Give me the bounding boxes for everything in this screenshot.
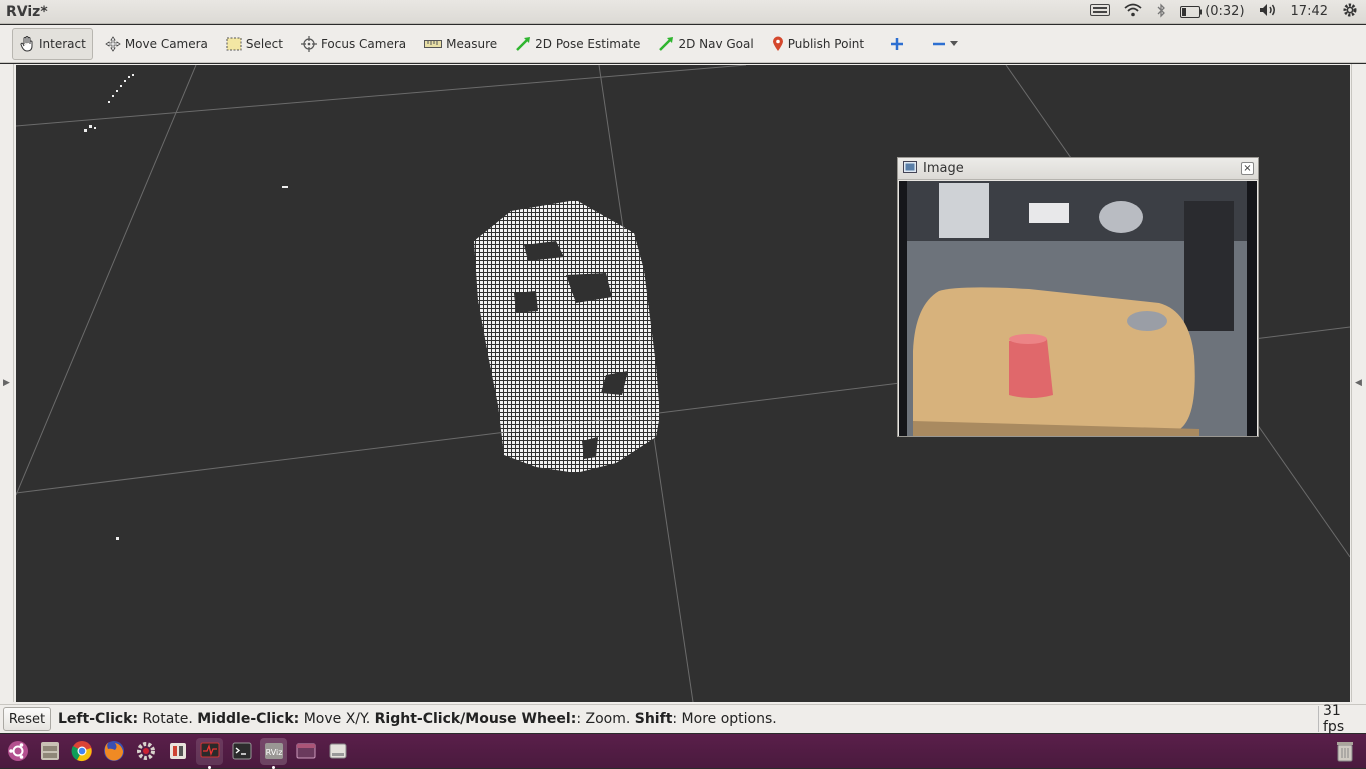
chevron-down-icon[interactable] [950,40,959,47]
file-cabinet-icon [40,742,59,760]
rviz-icon: RViz [264,743,283,759]
fps-counter: 31 fps [1318,703,1366,735]
top-panel: RViz* (0:32) 17:42 [0,0,1366,24]
minus-icon [932,37,946,51]
select-tool-button[interactable]: Select [220,28,289,60]
hint-move: Move X/Y. [299,711,375,727]
launcher-drive[interactable] [324,738,351,765]
image-display-panel[interactable]: Image × [897,157,1259,437]
tool-label: Select [245,36,283,51]
launcher-bar: RViz [0,734,1366,769]
launcher-trash[interactable] [1331,738,1358,765]
system-tray: (0:32) 17:42 [1090,2,1358,21]
wifi-icon[interactable] [1124,3,1142,20]
add-tool-button[interactable] [884,28,910,60]
nav-arrow-icon [658,36,674,52]
system-settings-icon [136,742,155,760]
window-icon [296,743,315,759]
interact-tool-button[interactable]: Interact [12,27,93,60]
tool-label: Publish Point [787,36,865,51]
publish-point-tool-button[interactable]: Publish Point [766,28,870,60]
keyboard-icon[interactable] [1090,4,1111,19]
svg-text:RViz: RViz [265,748,282,757]
hint-middle-click: Middle-Click: [197,711,300,727]
launcher-chrome[interactable] [68,738,95,765]
left-panel-handle[interactable]: ▶ [0,64,14,702]
clock[interactable]: 17:42 [1291,4,1328,19]
tool-toolbar: Interact Move Camera Select Focus Camera… [0,25,1366,63]
nav-goal-tool-button[interactable]: 2D Nav Goal [652,28,759,60]
hint-more: : More options. [672,711,777,727]
tool-label: Move Camera [124,36,208,51]
tool-label: 2D Nav Goal [678,36,754,51]
gear-icon[interactable] [1342,2,1358,21]
ruler-icon [424,39,443,48]
launcher-files[interactable] [36,738,63,765]
plus-icon [890,37,904,51]
move-camera-icon [105,35,121,52]
hint-rotate: Rotate. [138,711,198,727]
main-area: ▶ Image × ◀ [0,64,1366,704]
image-icon [903,161,917,176]
3d-viewport[interactable]: Image × [16,65,1350,702]
tool-label: Interact [39,36,86,51]
tool-label: Measure [446,36,498,51]
trash-icon [1336,742,1353,762]
battery-text: (0:32) [1205,4,1245,19]
pose-arrow-icon [515,36,531,52]
system-monitor-icon [200,742,219,758]
image-panel-title: Image [923,161,964,176]
battery-icon [1180,5,1203,18]
image-panel-header[interactable]: Image × [898,158,1258,180]
volume-icon[interactable] [1259,3,1277,20]
running-indicator [208,765,211,769]
battery-indicator[interactable]: (0:32) [1180,4,1245,19]
drive-icon [329,743,346,759]
map-pin-icon [772,36,784,52]
firefox-icon [103,741,124,761]
hint-zoom: : Zoom. [576,711,635,727]
camera-image [899,181,1257,436]
chevron-left-icon: ◀ [1355,378,1362,388]
select-icon [226,37,242,51]
reset-button[interactable]: Reset [3,707,51,731]
stray-points [84,74,288,540]
right-panel-handle[interactable]: ◀ [1351,64,1365,702]
focus-camera-icon [300,35,317,52]
window-title: RViz* [6,3,48,20]
close-button[interactable]: × [1241,162,1254,175]
pose-estimate-tool-button[interactable]: 2D Pose Estimate [509,28,646,60]
bluetooth-icon[interactable] [1156,2,1166,21]
hint-left-click: Left-Click: [58,711,139,727]
measure-tool-button[interactable]: Measure [418,28,503,60]
hand-icon [19,35,35,52]
chrome-icon [71,741,92,762]
launcher-monitor[interactable] [196,737,223,769]
mouse-hint: Left-Click: Rotate. Middle-Click: Move X… [58,711,777,727]
move-camera-tool-button[interactable]: Move Camera [99,28,214,60]
tool-label: Focus Camera [320,36,407,51]
hint-shift: Shift [634,711,673,727]
point-cloud-object [474,200,660,473]
launcher-window[interactable] [292,738,319,765]
launcher-settings[interactable] [132,738,159,765]
terminal-icon [232,742,251,760]
hint-right-click: Right-Click/Mouse Wheel: [374,711,577,727]
launcher-rviz[interactable]: RViz [260,737,287,769]
launcher-app[interactable] [164,738,191,765]
chevron-right-icon: ▶ [3,378,10,388]
focus-camera-tool-button[interactable]: Focus Camera [295,28,412,60]
ubuntu-logo-icon [7,741,28,761]
launcher-terminal[interactable] [228,738,255,765]
status-bar: Reset Left-Click: Rotate. Middle-Click: … [0,703,1366,735]
app-icon [169,743,186,759]
launcher-dash[interactable] [4,738,31,765]
tool-label: 2D Pose Estimate [535,36,641,51]
running-indicator [272,765,275,769]
launcher-firefox[interactable] [100,738,127,765]
remove-tool-button[interactable] [926,28,964,60]
